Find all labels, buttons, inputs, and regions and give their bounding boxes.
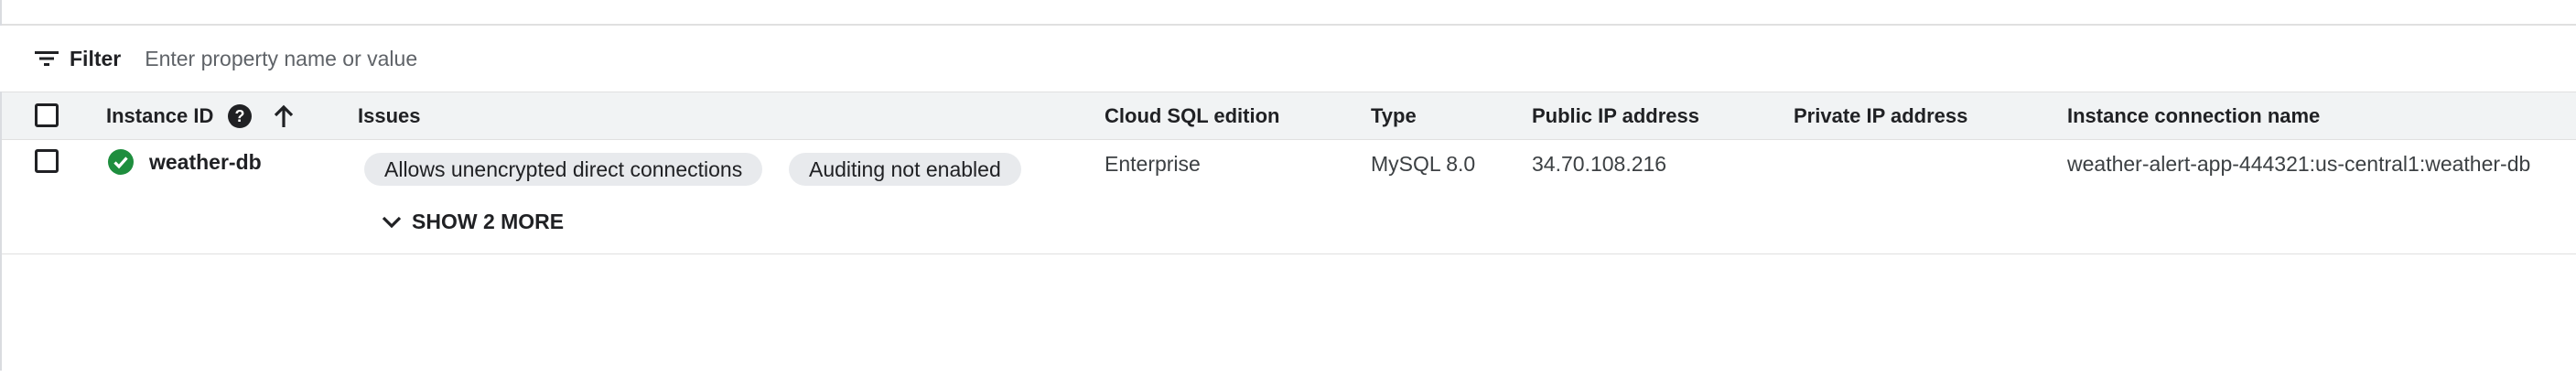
filter-list-icon <box>35 49 59 68</box>
issue-chip[interactable]: Allows unencrypted direct connections <box>364 153 763 186</box>
row-checkbox[interactable] <box>35 149 59 173</box>
show-more-button[interactable]: SHOW 2 MORE <box>381 210 564 234</box>
instances-page: Filter Instance ID ? Issues Cloud SQL ed… <box>0 0 2576 388</box>
column-header-cloud-sql-edition[interactable]: Cloud SQL edition <box>1105 92 1279 139</box>
instance-id-link[interactable]: weather-db <box>149 150 262 175</box>
filter-label: Filter <box>70 46 122 70</box>
chevron-down-icon <box>382 216 402 228</box>
column-header-private-ip[interactable]: Private IP address <box>1794 92 1967 139</box>
connection-name-value: weather-alert-app-444321:us-central1:wea… <box>2067 152 2531 176</box>
filter-input[interactable] <box>143 45 971 72</box>
type-value: MySQL 8.0 <box>1371 152 1476 176</box>
column-header-connection-name[interactable]: Instance connection name <box>2067 92 2320 139</box>
check-circle-icon <box>108 149 134 175</box>
show-more-label: SHOW 2 MORE <box>412 210 565 233</box>
cloud-sql-edition-value: Enterprise <box>1105 152 1201 176</box>
column-header-type[interactable]: Type <box>1371 92 1417 139</box>
table-row: weather-db Allows unencrypted direct con… <box>2 140 2576 254</box>
help-icon[interactable]: ? <box>228 103 253 128</box>
select-all-checkbox[interactable] <box>35 103 59 127</box>
column-header-label: Instance ID <box>106 103 214 127</box>
issue-chip[interactable]: Auditing not enabled <box>789 153 1021 186</box>
public-ip-value: 34.70.108.216 <box>1532 152 1667 176</box>
column-header-issues[interactable]: Issues <box>358 92 421 139</box>
column-header-public-ip[interactable]: Public IP address <box>1532 92 1699 139</box>
column-header-instance-id[interactable]: Instance ID ? <box>106 92 294 139</box>
svg-text:?: ? <box>235 107 245 125</box>
filter-bar: Filter <box>0 26 2576 92</box>
table-header-row: Instance ID ? Issues Cloud SQL edition T… <box>2 92 2576 140</box>
arrow-upward-icon[interactable] <box>274 104 294 128</box>
filter-button[interactable]: Filter <box>35 47 121 71</box>
